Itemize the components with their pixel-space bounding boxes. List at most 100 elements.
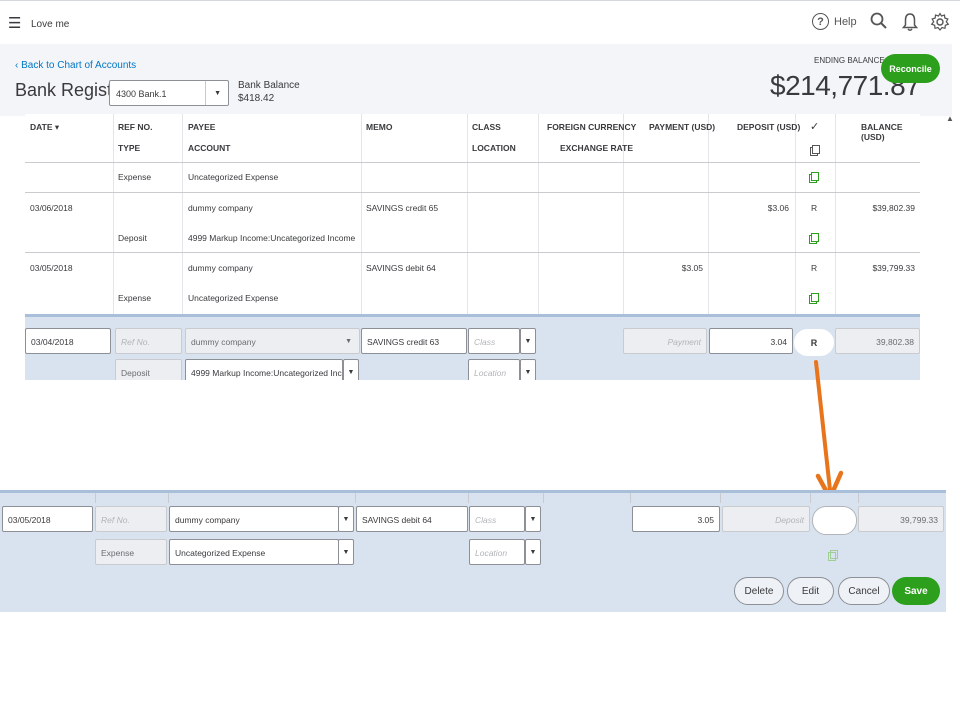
back-to-chart-link[interactable]: ‹ Back to Chart of Accounts <box>15 60 136 71</box>
cancel-button[interactable]: Cancel <box>838 577 890 605</box>
copy-icon[interactable] <box>809 293 819 304</box>
ending-balance-label: ENDING BALANCE <box>814 56 885 65</box>
column-divider <box>168 493 169 503</box>
reconcile-status-toggle[interactable] <box>812 506 857 535</box>
edit-row-top: 03/04/2018 Ref No. dummy company ▼ SAVIN… <box>25 314 920 380</box>
payee-select[interactable]: dummy company ▼ <box>185 328 360 354</box>
location-select[interactable]: Location <box>469 539 525 565</box>
ref-no-input[interactable]: Ref No. <box>115 328 182 354</box>
bank-balance-value: $418.42 <box>238 93 275 104</box>
help-button[interactable]: ? Help <box>812 13 857 30</box>
col-account[interactable]: ACCOUNT <box>188 143 231 153</box>
col-foreign-currency[interactable]: FOREIGN CURRENCY <box>547 122 636 132</box>
deposit-input[interactable]: Deposit <box>722 506 810 532</box>
edit-button[interactable]: Edit <box>787 577 834 605</box>
row-divider <box>25 162 920 163</box>
row-account: Uncategorized Expense <box>188 293 279 303</box>
col-exchange-rate[interactable]: EXCHANGE RATE <box>560 143 633 153</box>
memo-input[interactable]: SAVINGS debit 64 <box>356 506 468 532</box>
reconcile-status-toggle[interactable]: R <box>794 329 834 356</box>
column-divider <box>538 114 539 314</box>
chevron-down-icon[interactable]: ▼ <box>525 506 541 532</box>
column-divider <box>355 493 356 503</box>
column-divider <box>720 493 721 503</box>
col-ref-no[interactable]: REF NO. <box>118 122 152 132</box>
row-type: Deposit <box>118 233 147 243</box>
chevron-down-icon[interactable]: ▼ <box>520 328 536 354</box>
payee-select[interactable]: dummy company <box>169 506 339 532</box>
copy-icon[interactable] <box>828 550 838 561</box>
row-account: Uncategorized Expense <box>188 172 279 182</box>
chevron-down-icon[interactable]: ▼ <box>520 359 536 380</box>
copy-icon[interactable] <box>810 145 820 156</box>
chevron-down-icon[interactable]: ▼ <box>338 539 354 565</box>
column-divider <box>361 114 362 314</box>
column-divider <box>835 114 836 314</box>
account-select-value: 4300 Bank.1 <box>116 89 167 99</box>
payment-input[interactable]: Payment <box>623 328 707 354</box>
chevron-down-icon[interactable]: ▼ <box>338 506 354 532</box>
search-icon[interactable] <box>870 12 888 30</box>
class-select[interactable]: Class <box>469 506 525 532</box>
save-button[interactable]: Save <box>892 577 940 605</box>
register-table: DATE ▾ REF NO. TYPE PAYEE ACCOUNT MEMO C… <box>25 114 920 380</box>
row-status[interactable]: R <box>811 203 817 213</box>
bell-icon[interactable] <box>902 12 918 32</box>
col-type[interactable]: TYPE <box>118 143 140 153</box>
column-divider <box>182 114 183 314</box>
row-divider <box>25 252 920 253</box>
reconcile-button[interactable]: Reconcile <box>881 54 940 83</box>
col-memo[interactable]: MEMO <box>366 122 392 132</box>
column-divider <box>630 493 631 503</box>
deposit-input[interactable]: 3.04 <box>709 328 793 354</box>
column-divider <box>708 114 709 314</box>
row-payee: dummy company <box>188 263 253 273</box>
bank-balance-label: Bank Balance <box>238 80 300 91</box>
gear-icon[interactable] <box>930 12 950 32</box>
location-select[interactable]: Location <box>468 359 520 380</box>
column-divider <box>113 114 114 314</box>
company-name: Love me <box>31 19 70 30</box>
col-location[interactable]: LOCATION <box>472 143 516 153</box>
date-input[interactable]: 03/05/2018 <box>2 506 93 532</box>
memo-input[interactable]: SAVINGS credit 63 <box>361 328 467 354</box>
account-select-row[interactable]: 4999 Markup Income:Uncategorized Income <box>185 359 343 380</box>
col-date[interactable]: DATE ▾ <box>30 122 59 133</box>
col-class[interactable]: CLASS <box>472 122 501 132</box>
class-select[interactable]: Class <box>468 328 520 354</box>
column-divider <box>95 493 96 503</box>
row-memo: SAVINGS debit 64 <box>366 263 436 273</box>
annotation-arrow-icon <box>814 360 844 501</box>
copy-icon[interactable] <box>809 233 819 244</box>
row-type: Expense <box>118 293 152 303</box>
col-payment[interactable]: PAYMENT (USD) <box>649 122 715 132</box>
chevron-down-icon[interactable]: ▼ <box>525 539 541 565</box>
row-status[interactable]: R <box>811 263 817 273</box>
back-link-label: Back to Chart of Accounts <box>21 60 137 71</box>
row-divider <box>25 192 920 193</box>
column-divider <box>795 114 796 314</box>
col-check[interactable]: ✓ <box>810 120 819 133</box>
account-select-row[interactable]: Uncategorized Expense <box>169 539 339 565</box>
copy-icon[interactable] <box>809 172 819 183</box>
account-select[interactable]: 4300 Bank.1 ▼ <box>109 80 229 106</box>
col-balance[interactable]: BALANCE (USD) <box>861 122 920 142</box>
hamburger-menu-icon[interactable]: ☰ <box>8 14 21 32</box>
col-deposit[interactable]: DEPOSIT (USD) <box>737 122 800 132</box>
chevron-down-icon[interactable]: ▼ <box>343 359 359 380</box>
scroll-up-arrow-icon[interactable]: ▲ <box>946 114 954 123</box>
payment-input[interactable]: 3.05 <box>632 506 720 532</box>
help-icon: ? <box>812 13 829 30</box>
payee-value: dummy company <box>191 337 256 347</box>
column-divider <box>810 493 811 503</box>
row-balance: $39,799.33 <box>872 263 915 273</box>
column-divider <box>468 493 469 503</box>
date-input[interactable]: 03/04/2018 <box>25 328 111 354</box>
col-payee[interactable]: PAYEE <box>188 122 215 132</box>
delete-button[interactable]: Delete <box>734 577 784 605</box>
row-memo: SAVINGS credit 65 <box>366 203 439 213</box>
row-type: Expense <box>118 172 152 182</box>
row-account: 4999 Markup Income:Uncategorized Income <box>188 233 356 243</box>
ref-no-input[interactable]: Ref No. <box>95 506 167 532</box>
row-payee: dummy company <box>188 203 253 213</box>
